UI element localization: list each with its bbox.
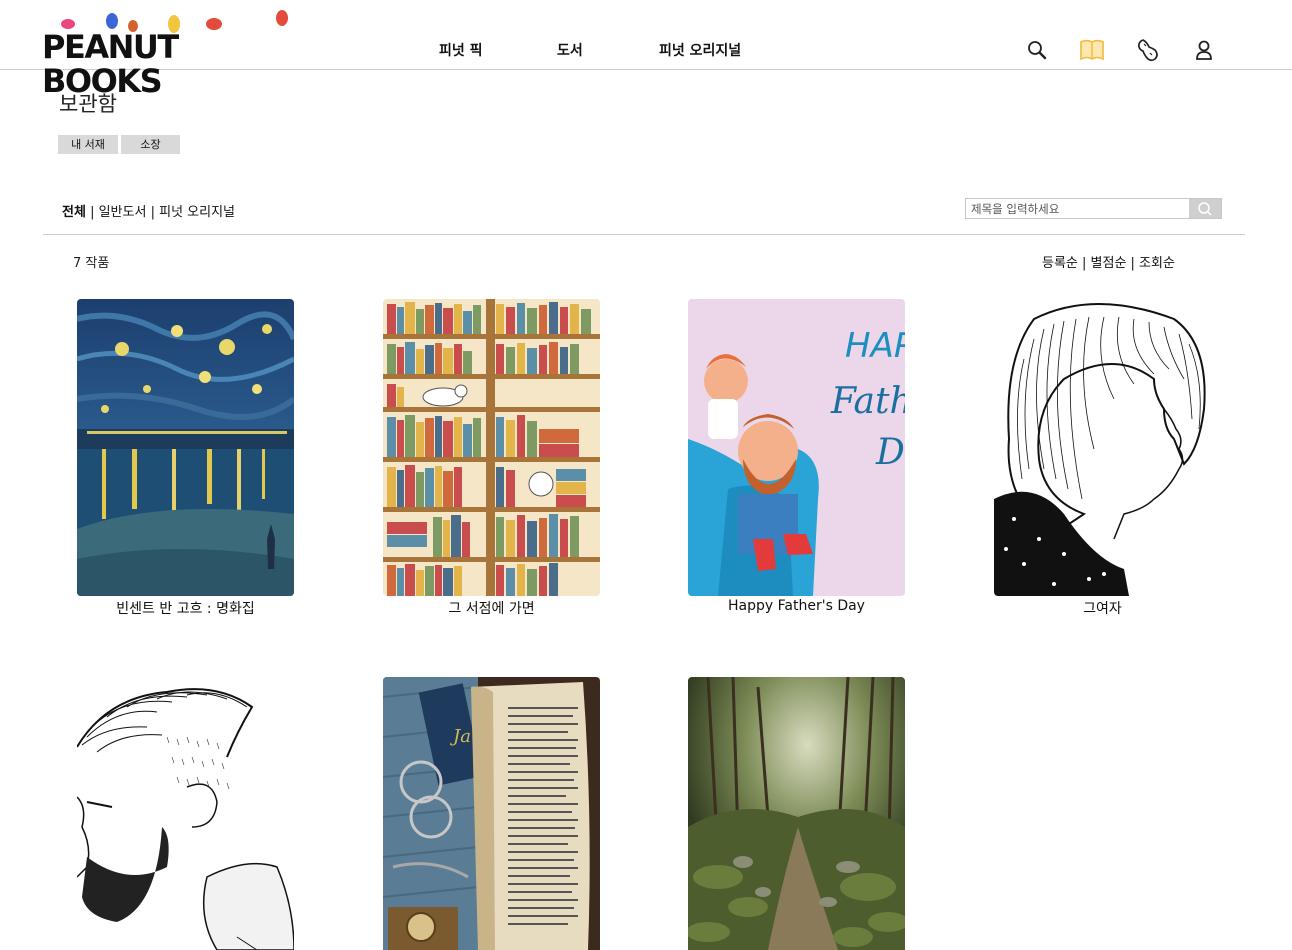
book-card[interactable]: 빈센트 반 고흐 : 명화집 — [77, 299, 294, 618]
peanut-books-logo[interactable]: PEANUT BOOKS — [42, 8, 292, 98]
svg-text:Ja: Ja — [449, 726, 471, 747]
tab-my-library[interactable]: 내 서재 — [58, 135, 118, 154]
book-cover-fathers-day[interactable]: HAPPY Father Day — [688, 299, 905, 596]
book-title[interactable]: Happy Father's Day — [688, 598, 905, 614]
book-card[interactable]: HAPPY Father Day Happy Father's Day — [688, 299, 905, 614]
book-card[interactable]: 그여자 — [994, 299, 1211, 618]
search-icon — [1198, 202, 1212, 216]
divider — [43, 234, 1245, 235]
book-cover-man-sketch[interactable] — [77, 677, 294, 950]
filter-peanut-original[interactable]: 피넛 오리지널 — [159, 205, 235, 220]
nav-peanut-pick[interactable]: 피넛 픽 — [439, 40, 483, 60]
book-card[interactable]: 그 서점에 가면 — [383, 299, 600, 618]
cover-text-happy: HAPPY — [845, 326, 905, 366]
filter-separator: | — [90, 205, 95, 220]
page-title: 보관함 — [59, 92, 117, 116]
site-header: PEANUT BOOKS 피넛 픽 도서 피넛 오리지널 — [0, 0, 1292, 98]
book-cover-forest-path[interactable] — [688, 677, 905, 950]
book-cover-starry-night[interactable] — [77, 299, 294, 596]
nav-books[interactable]: 도서 — [557, 40, 583, 60]
peanut-icon[interactable] — [1135, 37, 1161, 63]
book-title[interactable]: 빈센트 반 고흐 : 명화집 — [77, 598, 294, 618]
cover-text-father: Father — [830, 381, 905, 422]
search-button[interactable] — [1189, 199, 1221, 218]
book-card[interactable]: Ja — [383, 677, 600, 950]
book-cover-woman-sketch[interactable] — [994, 299, 1211, 596]
search-input[interactable] — [966, 199, 1190, 218]
book-card[interactable] — [688, 677, 905, 950]
filter-separator: | — [150, 205, 155, 220]
item-count: 7 작품 — [73, 256, 110, 271]
book-cover-old-book[interactable]: Ja — [383, 677, 600, 950]
book-icon[interactable] — [1079, 37, 1105, 63]
category-filters: 전체 | 일반도서 | 피넛 오리지널 — [62, 201, 235, 220]
book-title[interactable]: 그여자 — [994, 598, 1211, 618]
sort-options[interactable]: 등록순 | 별점순 | 조회순 — [1042, 252, 1175, 271]
nav-peanut-original[interactable]: 피넛 오리지널 — [659, 40, 741, 60]
book-card[interactable] — [77, 677, 294, 950]
search-icon[interactable] — [1024, 37, 1050, 63]
search-box — [965, 198, 1222, 219]
tab-owned[interactable]: 소장 — [121, 135, 180, 154]
filter-all[interactable]: 전체 — [62, 205, 86, 220]
user-icon[interactable] — [1191, 37, 1217, 63]
book-title[interactable]: 그 서점에 가면 — [383, 598, 600, 618]
cover-text-day: Day — [875, 432, 905, 473]
filter-general-books[interactable]: 일반도서 — [99, 205, 147, 220]
book-cover-bookshelf[interactable] — [383, 299, 600, 596]
